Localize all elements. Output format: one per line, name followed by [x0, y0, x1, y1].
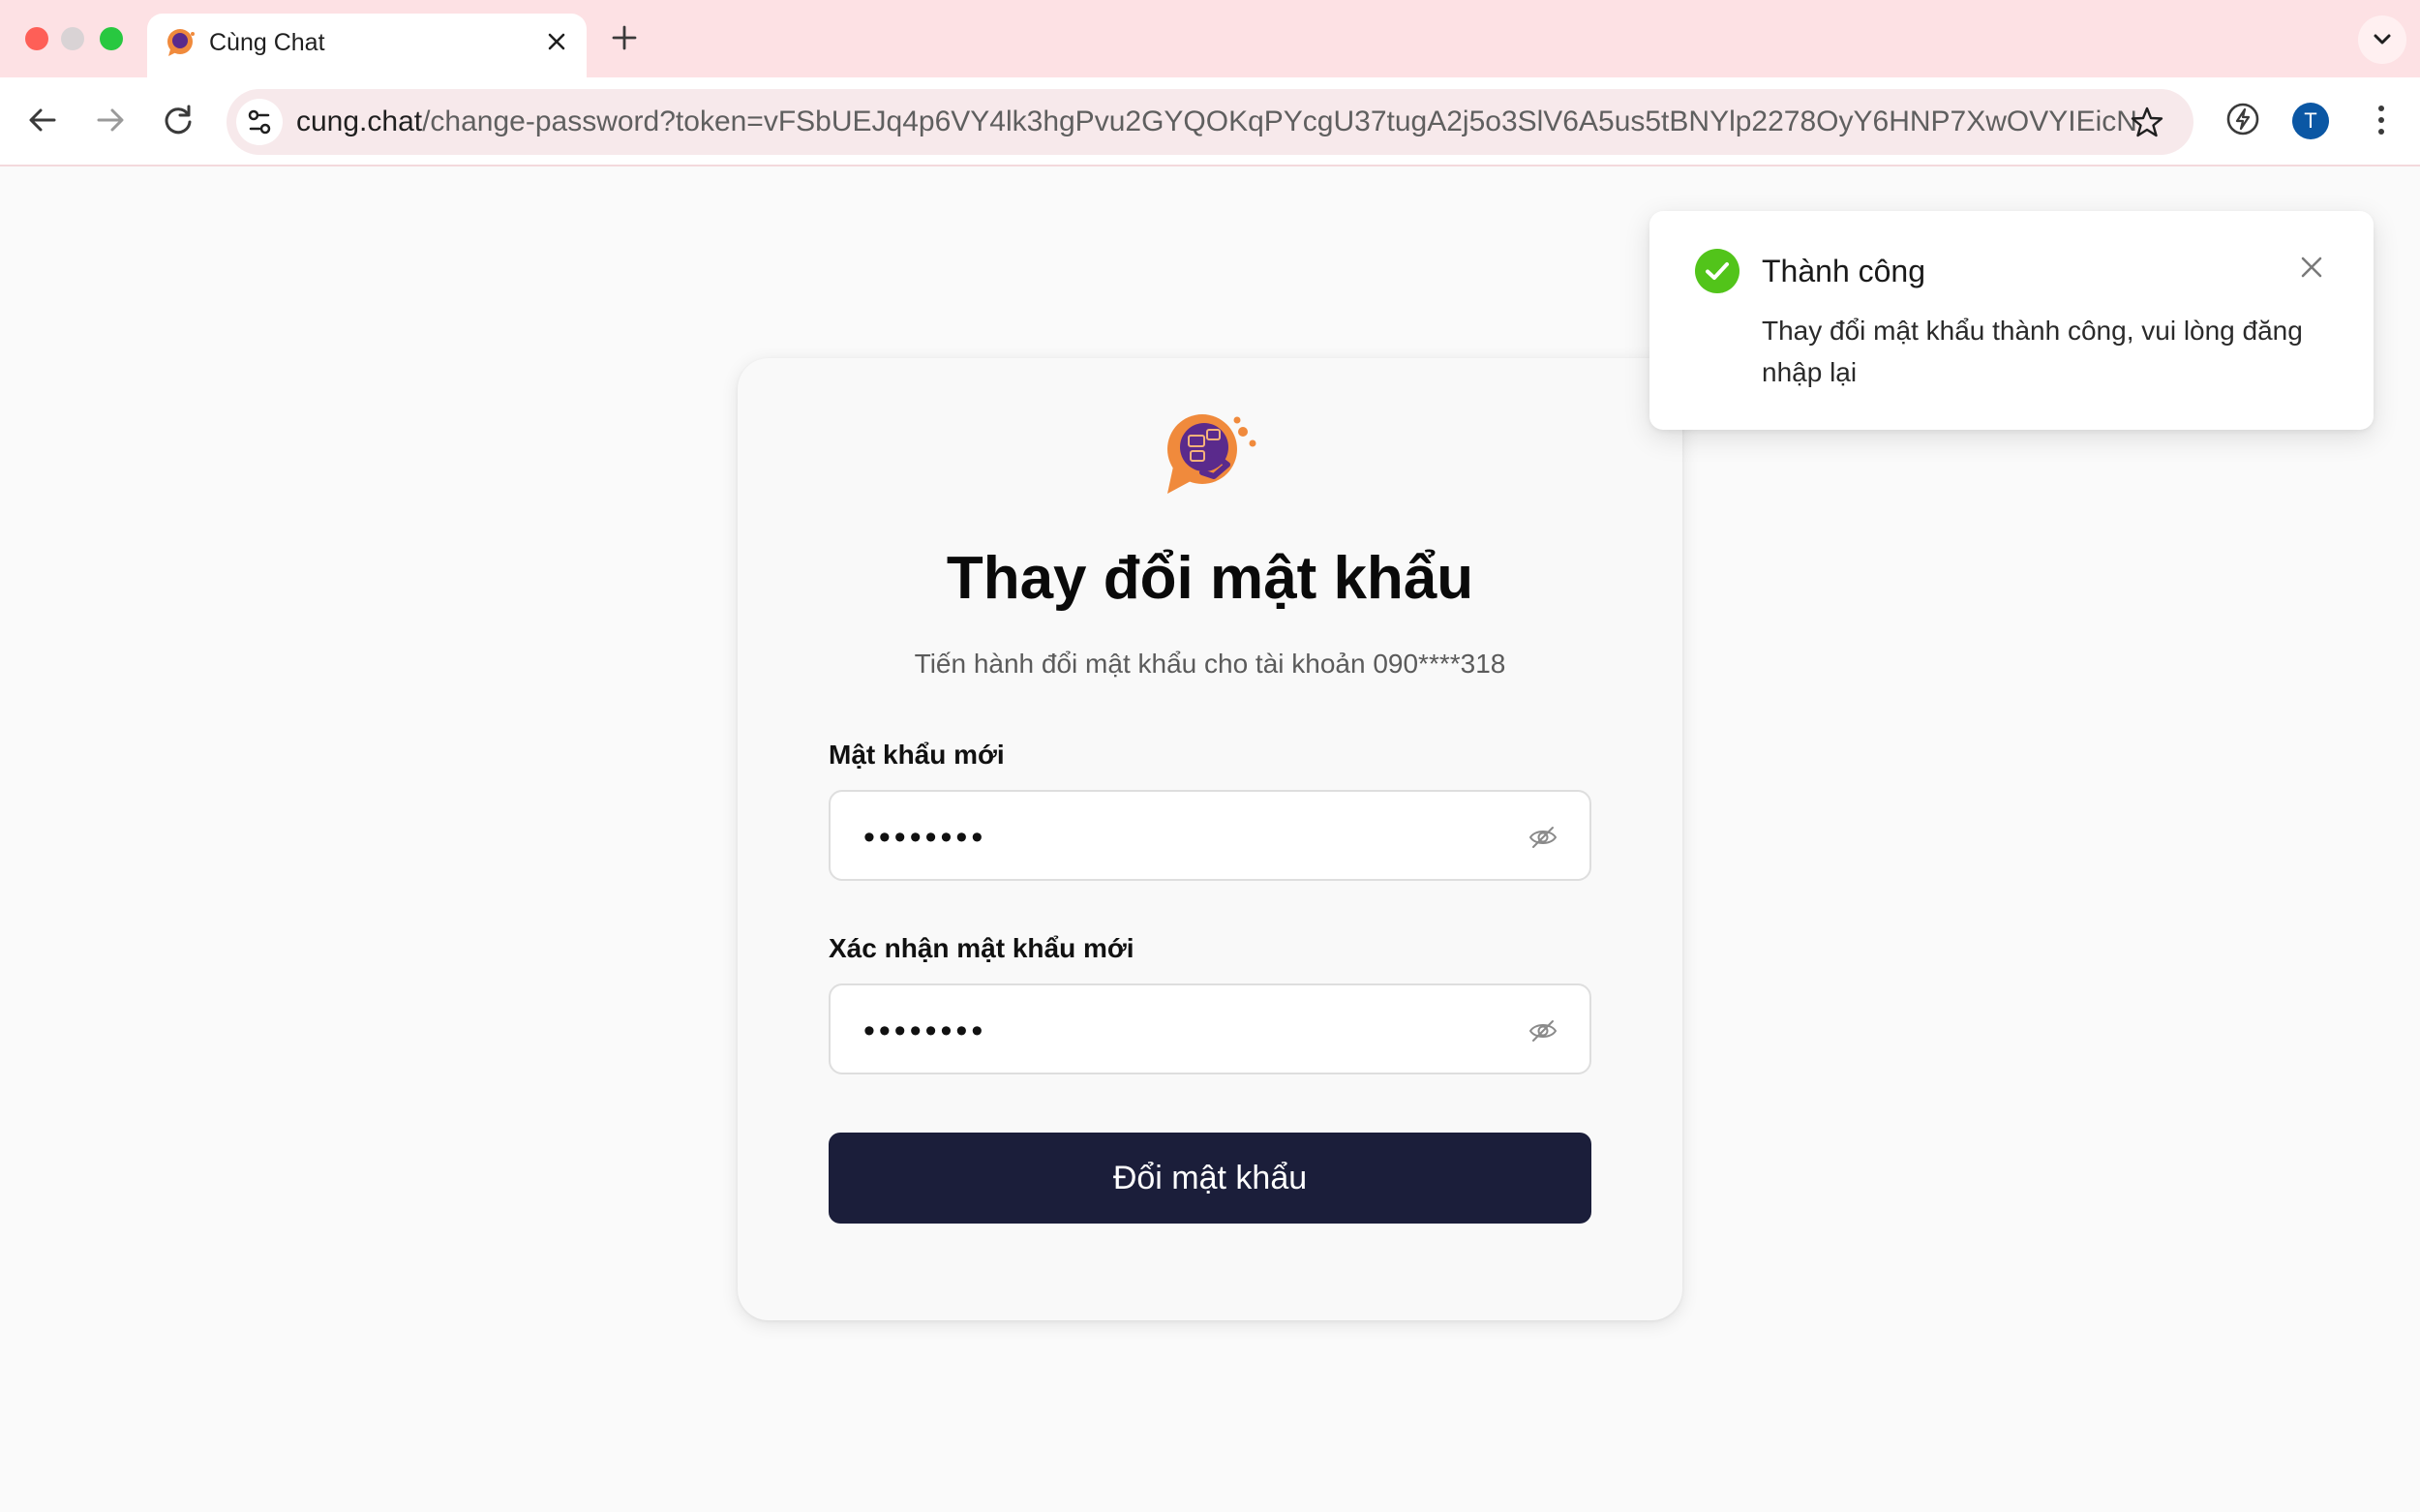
- forward-arrow-icon[interactable]: [89, 99, 132, 141]
- page-subtitle: Tiến hành đổi mật khẩu cho tài khoản 090…: [914, 649, 1506, 679]
- eye-off-icon[interactable]: [1528, 822, 1558, 853]
- change-password-card: Thay đổi mật khẩu Tiến hành đổi mật khẩu…: [738, 358, 1682, 1320]
- change-password-button[interactable]: Đổi mật khẩu: [829, 1133, 1591, 1224]
- check-circle-icon: [1695, 249, 1739, 293]
- new-password-field[interactable]: ••••••••: [829, 790, 1591, 881]
- tab-title: Cùng Chat: [209, 29, 325, 56]
- toast-title: Thành công: [1762, 254, 1926, 288]
- more-vertical-icon[interactable]: [2362, 99, 2401, 141]
- back-arrow-icon[interactable]: [21, 99, 64, 141]
- browser-toolbar: cung.chat/change-password?token=vFSbUEJq…: [0, 77, 2420, 166]
- new-password-value: ••••••••: [863, 819, 987, 856]
- bookmark-star-icon[interactable]: [2130, 105, 2164, 139]
- site-info-button[interactable]: [236, 99, 283, 145]
- new-tab-plus-icon[interactable]: [608, 21, 641, 54]
- toast-message: Thay đổi mật khẩu thành công, vui lòng đ…: [1762, 316, 2303, 387]
- url-text[interactable]: cung.chat/change-password?token=vFSbUEJq…: [296, 104, 2135, 140]
- page-title: Thay đổi mật khẩu: [946, 545, 1474, 612]
- close-tab-icon[interactable]: [542, 27, 571, 56]
- tab-search-button[interactable]: [2358, 15, 2406, 64]
- eye-off-icon[interactable]: [1528, 1015, 1558, 1046]
- cung-chat-logo: [1167, 414, 1256, 494]
- lightning-extension-icon[interactable]: [2223, 99, 2263, 139]
- profile-avatar[interactable]: T: [2292, 103, 2329, 139]
- window-minimize-button[interactable]: [61, 27, 84, 50]
- new-password-label: Mật khẩu mới: [829, 740, 1005, 770]
- window-close-button[interactable]: [25, 27, 48, 50]
- tune-icon: [248, 109, 271, 135]
- confirm-password-field[interactable]: ••••••••: [829, 983, 1591, 1074]
- address-bar[interactable]: cung.chat/change-password?token=vFSbUEJq…: [227, 89, 2193, 155]
- close-icon[interactable]: [2296, 252, 2327, 283]
- browser-tab-active[interactable]: Cùng Chat: [147, 14, 587, 77]
- url-host: cung.chat: [296, 106, 423, 137]
- success-toast: Thành công Thay đổi mật khẩu thành công,…: [1649, 211, 2374, 430]
- confirm-password-value: ••••••••: [863, 1013, 987, 1049]
- confirm-password-label: Xác nhận mật khẩu mới: [829, 933, 1134, 963]
- window-zoom-button[interactable]: [100, 27, 123, 50]
- url-path: /change-password?token=vFSbUEJq4p6VY4lk3…: [422, 106, 2135, 137]
- cung-chat-favicon-icon: [167, 29, 195, 56]
- browser-tab-bar: Cùng Chat: [0, 0, 2420, 77]
- reload-icon[interactable]: [157, 99, 199, 141]
- chevron-down-icon: [2374, 34, 2391, 45]
